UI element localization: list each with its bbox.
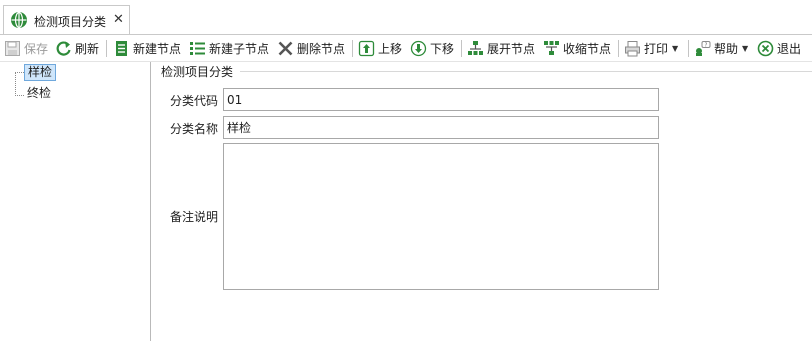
move-down-button[interactable]: 下移 (410, 38, 454, 58)
expand-nodes-label: 展开节点 (487, 41, 536, 56)
chevron-down-icon: ▼ (742, 43, 749, 53)
refresh-label: 刷新 (75, 41, 100, 56)
delete-node-label: 删除节点 (297, 41, 346, 56)
category-code-label: 分类代码 (170, 94, 219, 108)
exit-button[interactable]: 退出 (757, 38, 801, 58)
expand-nodes-button[interactable]: 展开节点 (467, 38, 535, 58)
remark-textarea[interactable] (223, 143, 659, 290)
help-button[interactable]: ? 帮助 ▼ (694, 38, 748, 58)
tree-node[interactable]: 终检 (24, 85, 54, 102)
new-child-node-label: 新建子节点 (209, 41, 270, 56)
tree-connector (15, 72, 16, 96)
tree-connector (15, 95, 24, 96)
arrow-up-icon (358, 40, 375, 56)
move-down-label: 下移 (430, 41, 455, 56)
save-icon (5, 40, 20, 56)
help-label: 帮助 (714, 41, 739, 56)
group-title: 检测项目分类 (161, 63, 237, 80)
close-tab-icon[interactable]: ✕ (113, 12, 124, 27)
category-tree[interactable]: 样检 终检 (0, 62, 151, 341)
new-node-button[interactable]: 新建节点 (113, 38, 181, 58)
remark-label: 备注说明 (170, 210, 219, 224)
save-label: 保存 (24, 41, 49, 56)
collapse-nodes-label: 收缩节点 (563, 41, 612, 56)
delete-node-button[interactable]: 删除节点 (277, 38, 345, 58)
toolbar-separator (352, 40, 353, 57)
globe-icon (11, 11, 27, 29)
toolbar-separator (461, 40, 462, 57)
category-name-input[interactable] (223, 116, 659, 139)
help-icon: ? (696, 40, 711, 56)
printer-icon (625, 40, 640, 56)
toolbar-separator (688, 40, 689, 57)
toolbar-separator (106, 40, 107, 57)
new-node-label: 新建节点 (133, 41, 182, 56)
svg-text:?: ? (705, 42, 708, 48)
refresh-icon (56, 40, 71, 56)
print-button[interactable]: 打印 ▼ (624, 38, 678, 58)
collapse-tree-icon (544, 40, 559, 55)
group-divider (240, 71, 812, 72)
document-tabstrip: 检测项目分类 ✕ (0, 0, 812, 35)
tree-node[interactable]: 样检 (24, 64, 57, 81)
expand-tree-icon (468, 40, 483, 55)
exit-icon (757, 40, 774, 56)
new-child-node-button[interactable]: 新建子节点 (189, 38, 269, 58)
chevron-down-icon: ▼ (672, 43, 679, 53)
print-label: 打印 (644, 41, 669, 56)
tab-inspection-category[interactable]: 检测项目分类 ✕ (3, 5, 130, 34)
category-code-input[interactable] (223, 88, 659, 111)
arrow-down-icon (410, 40, 427, 56)
exit-label: 退出 (777, 41, 802, 56)
new-child-node-icon (190, 41, 205, 55)
delete-icon (278, 41, 293, 55)
category-name-label: 分类名称 (170, 122, 219, 136)
tab-title: 检测项目分类 (34, 15, 107, 29)
tree-connector (15, 72, 24, 73)
refresh-button[interactable]: 刷新 (55, 38, 99, 58)
toolbar-separator (618, 40, 619, 57)
collapse-nodes-button[interactable]: 收缩节点 (543, 38, 611, 58)
new-node-icon (116, 40, 127, 56)
toolbar: 保存 刷新 新建节点 新建子节点 删除节点 上移 下移 展开节点 收缩节点 打印… (0, 35, 812, 61)
move-up-label: 上移 (378, 41, 403, 56)
save-button[interactable]: 保存 (4, 38, 48, 58)
move-up-button[interactable]: 上移 (358, 38, 402, 58)
